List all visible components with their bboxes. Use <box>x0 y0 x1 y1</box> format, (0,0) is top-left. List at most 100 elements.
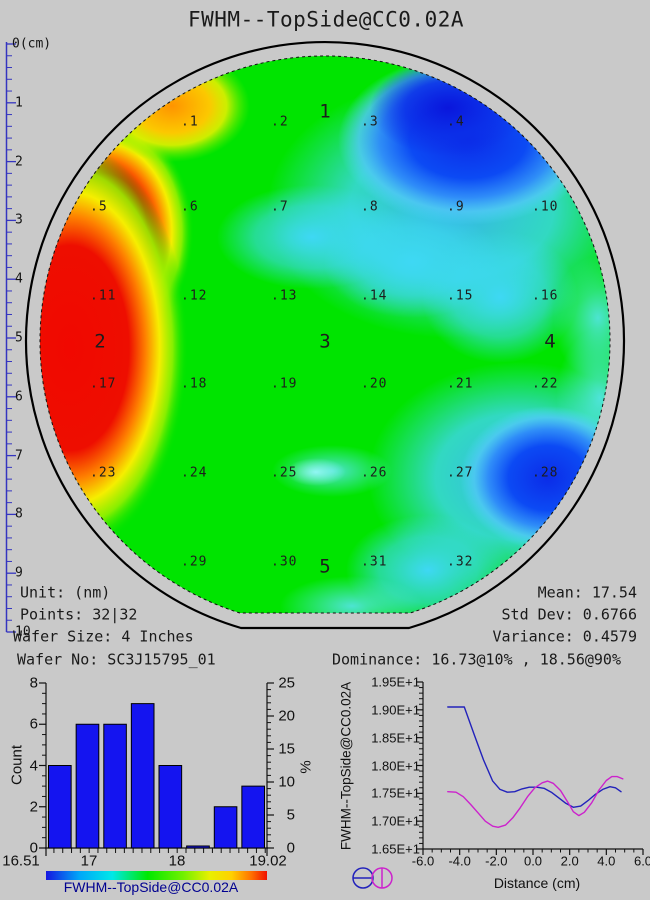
wafer-site-label: 5 <box>319 558 330 577</box>
wafer-site-label: 2 <box>94 333 105 352</box>
hist-x-tick-label: 17 <box>81 854 98 869</box>
histogram-bar <box>214 807 237 848</box>
wafer-point-label: .30 <box>271 556 297 569</box>
line-y-tick-label: 1.70E+1 <box>371 815 420 828</box>
ruler-tick-label: 5 <box>15 332 23 345</box>
hist-count-tick-label: 8 <box>30 676 38 691</box>
histogram-bar <box>104 724 127 848</box>
wafer-point-label: .12 <box>181 290 207 303</box>
vertical-slice-icon <box>372 868 392 888</box>
line-chart-y-axis-title: FWHM--TopSide@CC0.02A <box>339 682 353 850</box>
ruler-tick-label: 6 <box>15 390 23 403</box>
line-x-tick-label: -4.0 <box>448 855 470 868</box>
std-dev-value: Std Dev: 0.6766 <box>502 608 637 623</box>
line-y-tick-label: 1.95E+1 <box>371 676 420 689</box>
ruler-tick-label: 4 <box>15 273 23 286</box>
horizontal-slice-icon <box>353 868 373 888</box>
wafer-point-label: .19 <box>271 378 297 391</box>
ruler-tick-label: 3 <box>15 214 23 227</box>
wafer-point-label: .5 <box>90 201 108 214</box>
wafer-point-label: .27 <box>447 467 473 480</box>
wafer-point-label: .2 <box>271 116 289 129</box>
wafer-point-label: .31 <box>361 556 387 569</box>
histogram-bar <box>131 704 154 848</box>
line-x-tick-label: 6.0 <box>634 855 650 868</box>
ruler-tick-label: 9 <box>15 567 23 580</box>
slice-legend <box>353 868 392 888</box>
line-x-tick-label: 2.0 <box>561 855 579 868</box>
wafer-point-label: .10 <box>532 201 558 214</box>
mean-value: Mean: 17.54 <box>538 586 637 601</box>
hist-x-tick-label: 18 <box>169 854 186 869</box>
wafer-site-label: 4 <box>544 333 555 352</box>
wafer-point-label: .16 <box>532 290 558 303</box>
wafer-point-label: .21 <box>447 378 473 391</box>
line-y-tick-label: 1.85E+1 <box>371 731 420 744</box>
dominance-label: Dominance: 16.73@10% , 18.56@90% <box>332 653 621 668</box>
histogram-bars <box>49 704 265 848</box>
wafer-point-label: .25 <box>271 467 297 480</box>
wafer-point-label: .7 <box>271 201 289 214</box>
line-y-tick-label: 1.80E+1 <box>371 759 420 772</box>
wafer-point-label: .28 <box>532 467 558 480</box>
wafer-point-label: .13 <box>271 290 297 303</box>
histogram-bar <box>242 786 265 848</box>
wafer-size-label: Wafer Size: 4 Inches <box>13 630 194 645</box>
hist-percent-tick-label: 20 <box>278 709 295 724</box>
wafer-point-label: .6 <box>181 201 199 214</box>
line-y-tick-label: 1.90E+1 <box>371 703 420 716</box>
wafer-point-label: .24 <box>181 467 207 480</box>
ruler-tick-label: 10 <box>15 626 31 639</box>
horizontal-slice-curve <box>448 707 621 807</box>
ruler-origin-label: 0(cm) <box>12 38 51 51</box>
wafer-point-label: .9 <box>447 201 465 214</box>
line-chart-series <box>448 707 623 827</box>
hist-percent-tick-label: 15 <box>278 742 295 757</box>
wafer-point-label: .4 <box>447 116 465 129</box>
ruler-tick-label: 2 <box>15 155 23 168</box>
histogram-count-axis-title: Count <box>10 745 25 785</box>
hist-count-tick-label: 2 <box>30 799 38 814</box>
histogram-axes <box>39 683 274 856</box>
line-x-tick-label: -2.0 <box>485 855 507 868</box>
line-x-tick-label: -6.0 <box>412 855 434 868</box>
wafer-point-label: .11 <box>90 290 116 303</box>
points-label: Points: 32|32 <box>20 608 137 623</box>
wafer-point-label: .15 <box>447 290 473 303</box>
ruler-tick-label: 7 <box>15 449 23 462</box>
histogram-bar <box>187 846 210 848</box>
hist-count-tick-label: 4 <box>30 758 38 773</box>
wafer-point-label: .20 <box>361 378 387 391</box>
page-title: FWHM--TopSide@CC0.02A <box>188 10 464 31</box>
wafer-point-label: .17 <box>90 378 116 391</box>
line-y-tick-label: 1.75E+1 <box>371 787 420 800</box>
wafer-point-label: .32 <box>447 556 473 569</box>
hist-count-tick-label: 6 <box>30 717 38 732</box>
wafer-point-label: .18 <box>181 378 207 391</box>
wafer-point-label: .1 <box>181 116 199 129</box>
hist-x-tick-label: 16.51 <box>2 854 40 869</box>
wafer-point-label: .14 <box>361 290 387 303</box>
variance-value: Variance: 0.4579 <box>493 630 638 645</box>
wafer-site-label: 3 <box>319 333 330 352</box>
wafer-no-label: Wafer No: SC3J15795_01 <box>17 653 216 668</box>
histogram-bar <box>49 766 72 849</box>
unit-label: Unit: (nm) <box>20 586 110 601</box>
ruler-tick-label: 1 <box>15 96 23 109</box>
wafer-site-label: 1 <box>319 103 330 122</box>
vertical-slice-curve <box>448 777 623 828</box>
graphics-canvas <box>0 0 650 900</box>
histogram-bar <box>76 724 99 848</box>
wafer-point-label: .26 <box>361 467 387 480</box>
line-x-tick-label: 0.0 <box>524 855 542 868</box>
hist-percent-tick-label: 25 <box>278 676 295 691</box>
histogram-bar <box>159 766 182 849</box>
wafer-analysis-window: FWHM--TopSide@CC0.02A 0(cm) Unit: (nm) P… <box>0 0 650 900</box>
hist-percent-tick-label: 5 <box>287 808 295 823</box>
wafer-point-label: .23 <box>90 467 116 480</box>
line-x-tick-label: 4.0 <box>597 855 615 868</box>
wafer-point-label: .3 <box>361 116 379 129</box>
line-chart-axes <box>416 682 643 855</box>
histogram-percent-axis-title: % <box>299 760 314 773</box>
wafer-point-label: .29 <box>181 556 207 569</box>
